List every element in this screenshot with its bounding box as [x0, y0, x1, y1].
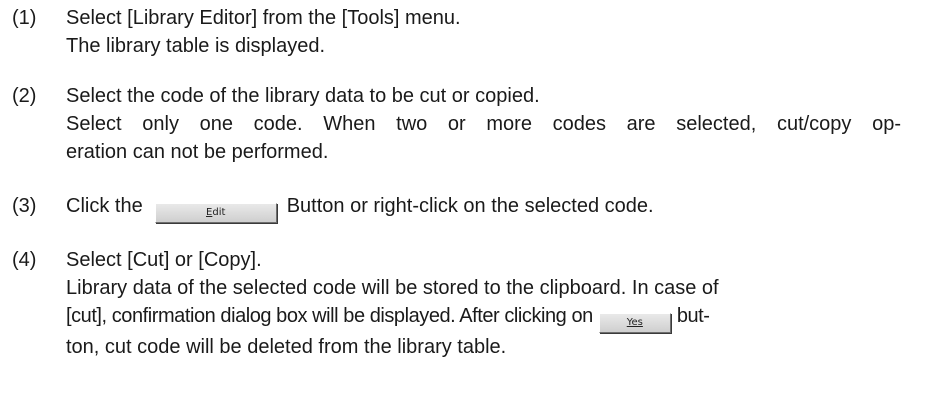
step-text: Button or right-click on the selected co… — [286, 195, 654, 217]
step-text-line: Select the code of the library data to b… — [66, 85, 540, 107]
step-text: but- — [676, 305, 710, 327]
step-text-line: Click the Edit Button or right-click on th… — [66, 192, 936, 223]
step-text-line: [cut], confirmation dialog box will be d… — [66, 302, 936, 333]
step-text-line: ton, cut code will be deleted from the l… — [66, 336, 507, 358]
yes-button[interactable]: Yes — [598, 313, 671, 333]
step-body: Select [Cut] or [Copy]. Library data of … — [66, 246, 936, 361]
step-text-line: Library data of the selected code will b… — [66, 277, 719, 299]
step-text: [cut], confirmation dialog box will be d… — [66, 305, 593, 327]
step-text: Click the — [66, 195, 143, 217]
step-number: (4) — [12, 249, 37, 271]
instruction-document: (1) Select [Library Editor] from the [To… — [0, 0, 939, 405]
edit-button-label: Edit — [206, 207, 226, 218]
edit-button[interactable]: Edit — [154, 203, 277, 223]
step-body: Select the code of the library data to b… — [66, 82, 936, 166]
step-text-line: The library table is displayed. — [66, 35, 326, 57]
step-text-line: Select [Library Editor] from the [Tools]… — [66, 7, 461, 29]
step-number: (2) — [12, 85, 37, 107]
step-text-line: Select [Cut] or [Copy]. — [66, 249, 262, 271]
step-body: Click the Edit Button or right-click on th… — [66, 192, 936, 223]
step-text-line: Select only one code. When two or more c… — [66, 113, 901, 135]
yes-button-label: Yes — [626, 317, 643, 328]
step-number: (1) — [12, 7, 37, 29]
step-number: (3) — [12, 195, 37, 217]
step-body: Select [Library Editor] from the [Tools]… — [66, 4, 936, 60]
step-text-line: eration can not be performed. — [66, 141, 329, 163]
